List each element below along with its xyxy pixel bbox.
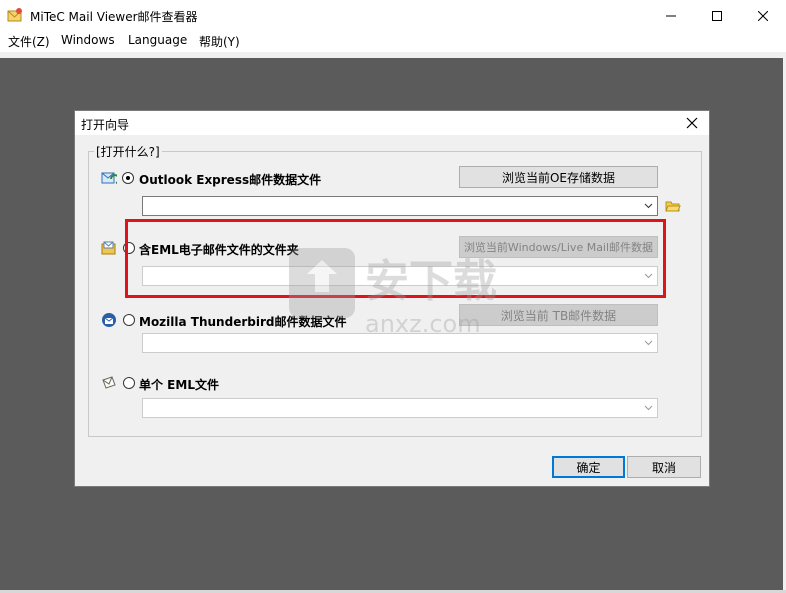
thunderbird-icon [102, 313, 116, 327]
option-label-single-eml: 单个 EML文件 [139, 378, 219, 392]
radio-single-eml[interactable] [123, 377, 135, 389]
open-wizard-dialog: 打开向导 [打开什么?] Outlook Express邮件数据文件 浏览当前O… [74, 110, 710, 487]
chevron-down-icon [644, 405, 653, 411]
group-label: [打开什么?] [94, 143, 162, 160]
close-window-button[interactable] [740, 0, 786, 31]
option-label-outlook-express: Outlook Express邮件数据文件 [139, 173, 322, 187]
minimize-icon [666, 15, 676, 16]
title-bar: MiTeC Mail Viewer邮件查看器 [0, 0, 786, 31]
outlook-express-icon [101, 172, 117, 184]
option-label-thunderbird: Mozilla Thunderbird邮件数据文件 [139, 315, 347, 329]
eml-file-icon [102, 376, 116, 389]
folder-mail-icon [101, 241, 116, 255]
chevron-down-icon [644, 203, 653, 209]
single-eml-path-combo[interactable] [142, 398, 658, 418]
menu-windows[interactable]: Windows [61, 33, 115, 47]
menu-file[interactable]: 文件(Z) [8, 33, 50, 50]
ok-button[interactable]: 确定 [552, 456, 625, 478]
radio-thunderbird[interactable] [123, 314, 135, 326]
cancel-button[interactable]: 取消 [627, 456, 701, 478]
window-title: MiTeC Mail Viewer邮件查看器 [30, 10, 198, 24]
maximize-icon [712, 10, 722, 21]
dialog-title: 打开向导 [81, 118, 130, 132]
menu-language[interactable]: Language [128, 33, 187, 47]
browse-oe-button[interactable]: 浏览当前OE存储数据 [459, 166, 658, 188]
maximize-button[interactable] [694, 0, 740, 31]
outlook-express-path-combo[interactable] [142, 196, 658, 216]
dialog-close-icon[interactable] [685, 116, 699, 130]
radio-outlook-express[interactable] [122, 172, 134, 184]
open-folder-icon[interactable] [665, 199, 681, 213]
menu-help[interactable]: 帮助(Y) [199, 33, 240, 50]
chevron-down-icon [644, 340, 653, 346]
highlight-box [125, 219, 666, 298]
browse-tb-button[interactable]: 浏览当前 TB邮件数据 [459, 304, 658, 326]
app-envelope-icon [7, 8, 22, 22]
thunderbird-path-combo[interactable] [142, 333, 658, 353]
close-icon [758, 10, 768, 21]
minimize-button[interactable] [648, 0, 694, 31]
dialog-title-bar: 打开向导 [75, 111, 709, 135]
menu-bar: 文件(Z) Windows Language 帮助(Y) [0, 31, 786, 51]
